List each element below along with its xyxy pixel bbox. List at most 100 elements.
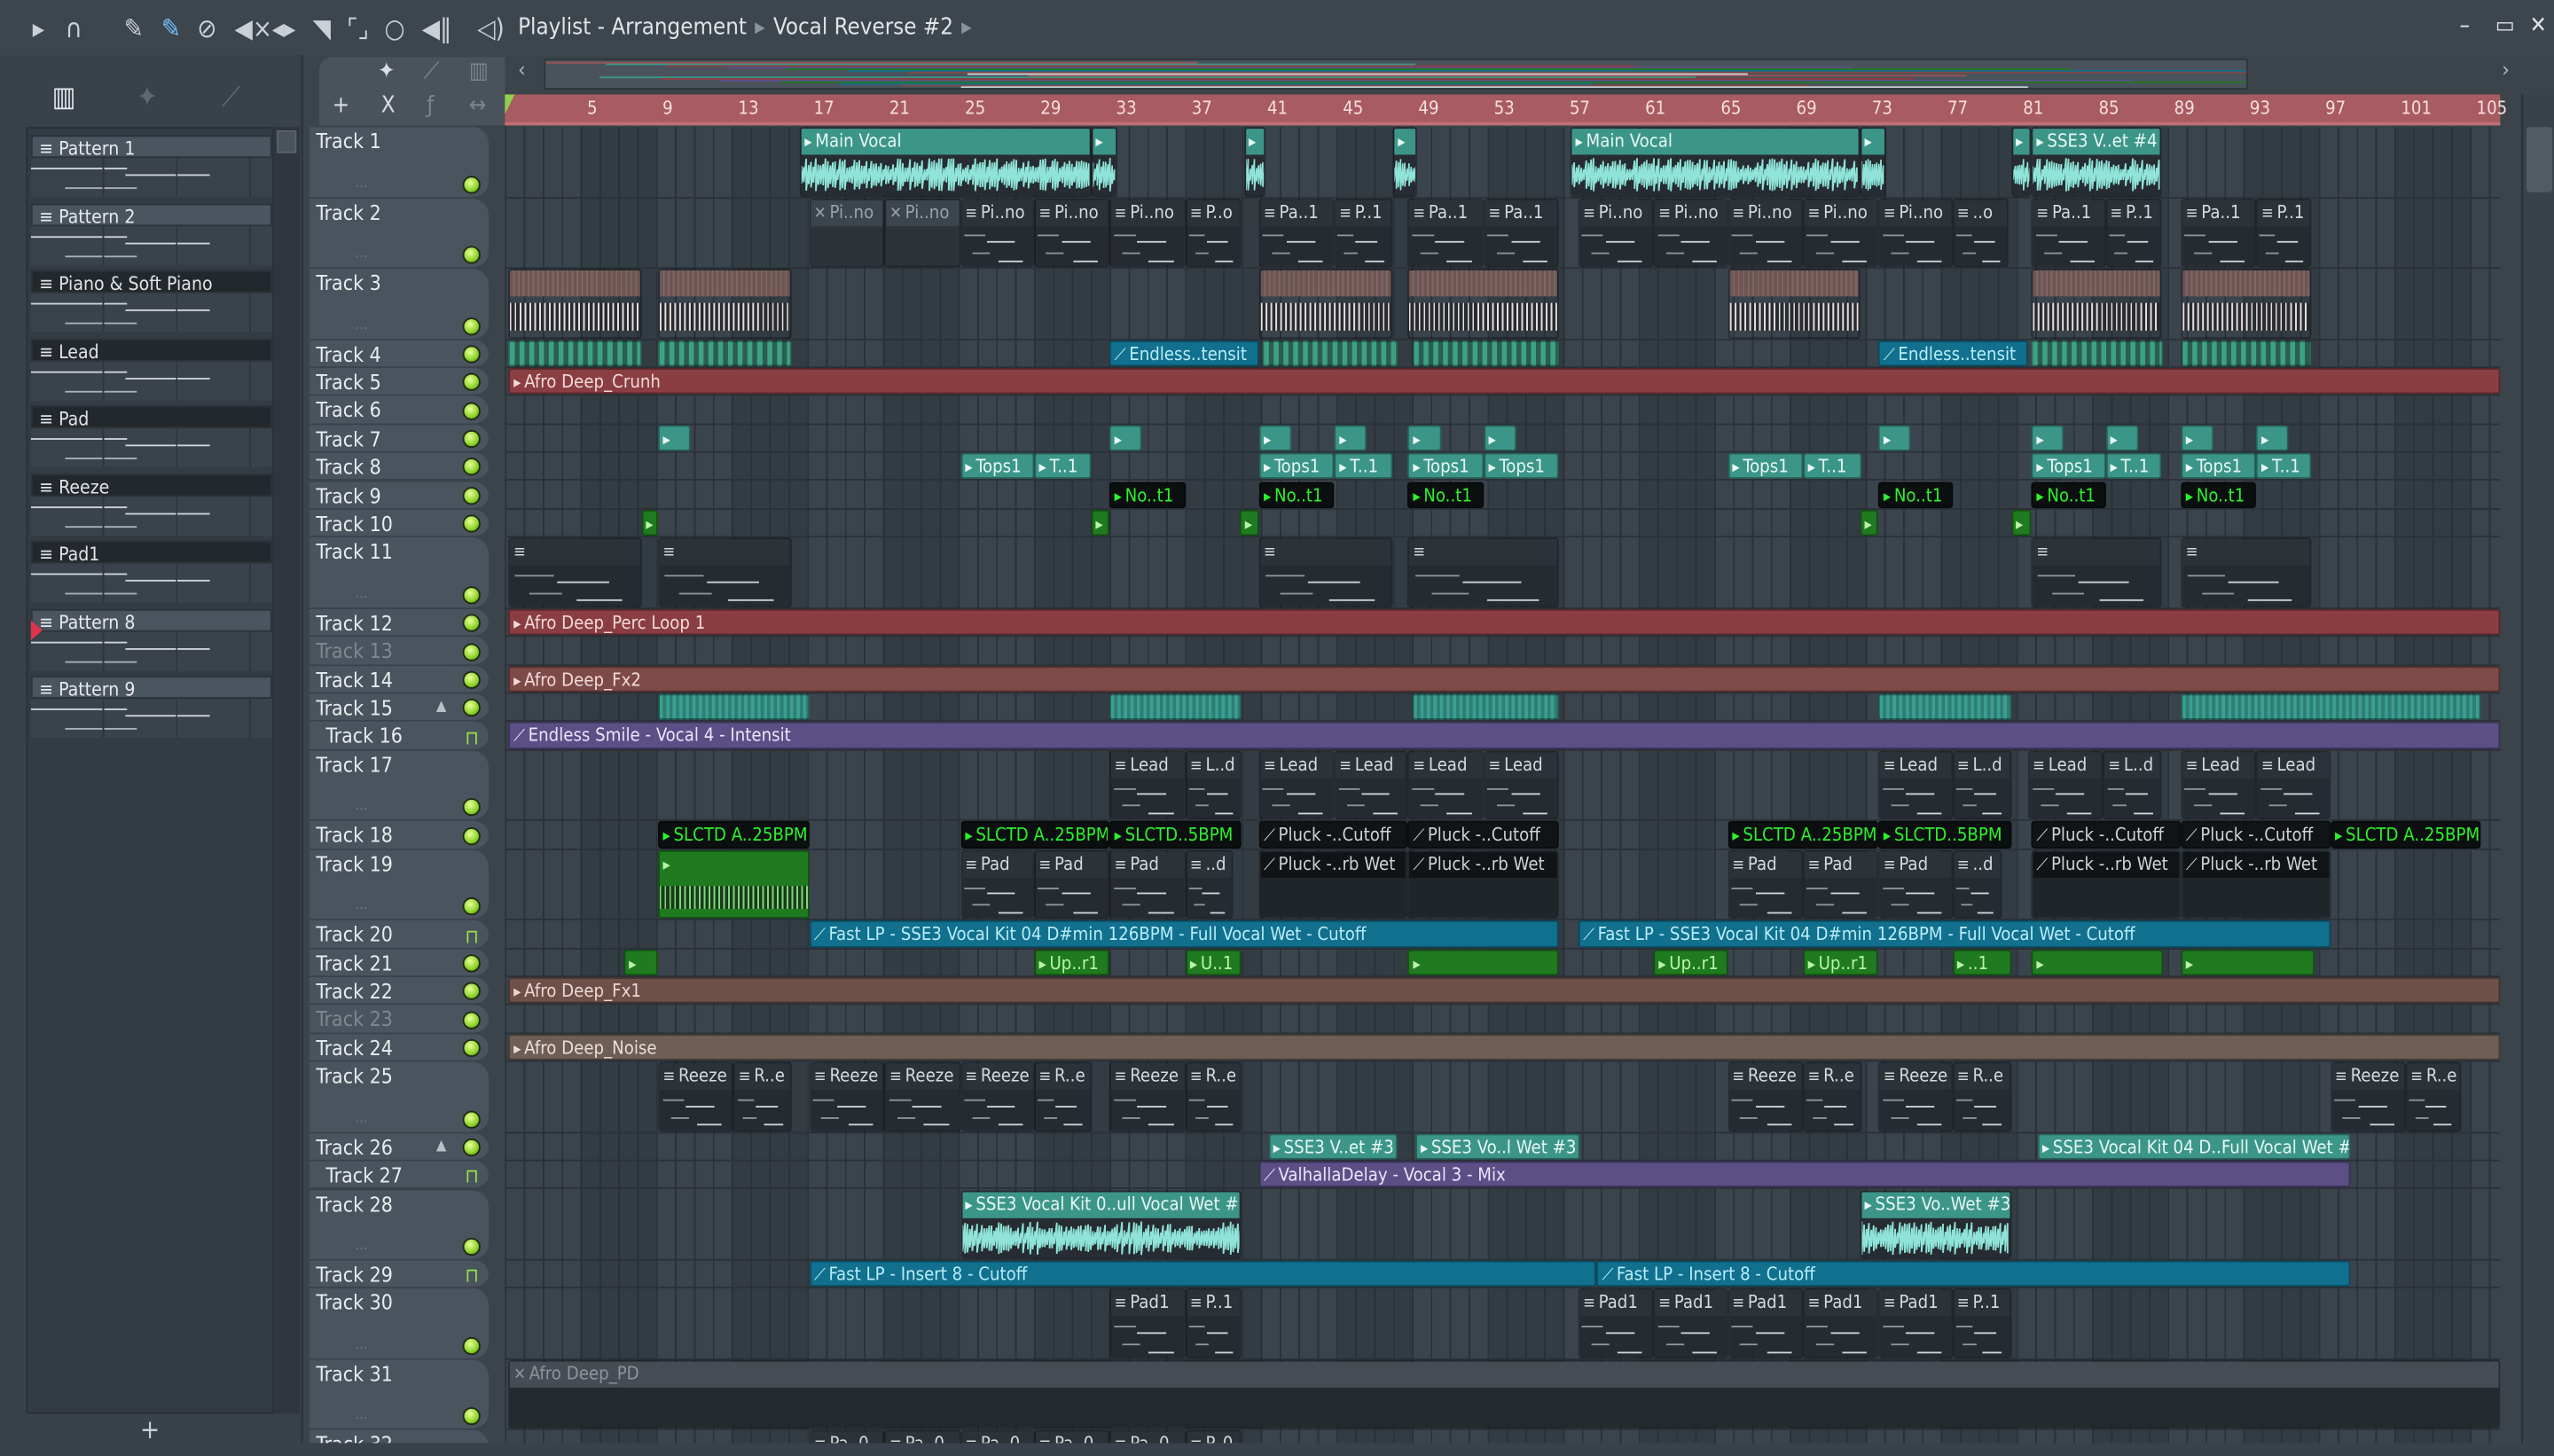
- clip-header[interactable]: ▸: [1861, 512, 1877, 535]
- clip[interactable]: [657, 269, 793, 339]
- clip-header[interactable]: [2033, 270, 2161, 297]
- clip[interactable]: [1412, 339, 1560, 367]
- clip[interactable]: ▸ Afro Deep_Crunh: [508, 367, 2501, 395]
- clip-header[interactable]: ▸ T..1: [1036, 455, 1089, 478]
- track-name[interactable]: Track 26: [316, 1135, 393, 1160]
- clip[interactable]: ≡ Pi..no: [960, 198, 1034, 268]
- clip-header[interactable]: ⟋ Fast LP - SSE3 Vocal Kit 04 D#min 126BP…: [1579, 922, 2328, 945]
- track-header[interactable]: Track 16 ⊓: [309, 722, 490, 751]
- clip-header[interactable]: ▸: [1111, 427, 1140, 450]
- clip-header[interactable]: [2182, 695, 2480, 718]
- clip[interactable]: ▸: [1243, 127, 1266, 197]
- clip[interactable]: ▸: [2181, 424, 2213, 451]
- clip[interactable]: ≡ Pi..no: [1878, 198, 1953, 268]
- clip-header[interactable]: ≡ Reeze: [1880, 1063, 1951, 1091]
- clip-header[interactable]: [2182, 270, 2310, 297]
- automation-filter-icon[interactable]: ⟋: [424, 59, 440, 84]
- mute-led-button[interactable]: [462, 1237, 481, 1256]
- clip-header[interactable]: ✕ Afro Deep_PD: [510, 1361, 2499, 1388]
- clip[interactable]: ≡ Pa..1: [2031, 198, 2105, 268]
- clip-header[interactable]: ▸: [1245, 129, 1265, 155]
- clip-header[interactable]: ≡ L..d: [2104, 752, 2161, 779]
- clip[interactable]: ≡ Pi..no: [1727, 198, 1804, 268]
- clip[interactable]: ▸: [657, 424, 691, 451]
- clip-header[interactable]: ≡ Pad1: [1655, 1290, 1727, 1317]
- clip[interactable]: ≡ P..o: [1185, 198, 1242, 268]
- clip[interactable]: ≡ R..e: [1803, 1061, 1862, 1131]
- mute-led-button[interactable]: [462, 670, 481, 689]
- clip-header[interactable]: ▸ Tops1: [1485, 455, 1558, 478]
- track-lane[interactable]: ▸ ▸ ▸ ▸ ▸: [505, 509, 2501, 538]
- clip-header[interactable]: ▸ SLCTD..5BPM: [1880, 823, 2009, 846]
- clip-header[interactable]: ≡ Pad1: [1111, 1290, 1184, 1317]
- clip-header[interactable]: ≡ ..d: [1954, 851, 2000, 878]
- clip-header[interactable]: ▸ SLCTD A..25BPM: [1729, 823, 1876, 846]
- clip-header[interactable]: ▸: [1336, 427, 1366, 450]
- playlist-grid[interactable]: ▸ Main Vocal ▸ ▸ ▸ ▸ Main Vocal ▸ ▸ ▸ SSE3 V..et #…: [505, 127, 2501, 1456]
- clip-header[interactable]: ≡ R..e: [1954, 1063, 2010, 1091]
- clip[interactable]: ▸ U..1: [1185, 949, 1242, 976]
- track-header[interactable]: Track 26 ▲: [309, 1132, 490, 1162]
- track-name[interactable]: Track 16: [325, 724, 403, 748]
- clip-header[interactable]: ▸: [660, 851, 808, 877]
- paint-brush-icon[interactable]: ✎: [161, 13, 181, 46]
- clip[interactable]: ⟋ Fast LP - SSE3 Vocal Kit 04 D#min 126BP…: [809, 920, 1560, 948]
- vertical-scrollbar[interactable]: [2521, 94, 2554, 1456]
- track-header[interactable]: Track 2...: [309, 198, 490, 270]
- clip[interactable]: ▸ T..1: [1803, 452, 1862, 480]
- clip-header[interactable]: ▸ SLCTD A..25BPM: [962, 823, 1108, 846]
- clip[interactable]: ▸: [1090, 127, 1117, 197]
- clip-header[interactable]: ≡ P..1: [1336, 200, 1391, 226]
- add-pattern-button[interactable]: +: [140, 1413, 160, 1444]
- track-header[interactable]: Track 29 ⊓: [309, 1260, 490, 1289]
- clip[interactable]: ▸: [1334, 424, 1367, 451]
- clip[interactable]: ≡ Pi..no: [1033, 198, 1110, 268]
- clip-header[interactable]: ≡ Pad: [1804, 851, 1877, 878]
- track-header[interactable]: Track 4: [309, 339, 490, 368]
- clip-header[interactable]: ≡ Pa..1: [1260, 200, 1333, 226]
- track-name[interactable]: Track 31: [316, 1361, 393, 1386]
- clip[interactable]: ≡ R..e: [1033, 1061, 1091, 1131]
- clip-header[interactable]: ▸ Main Vocal: [801, 129, 1090, 155]
- clip-header[interactable]: ▸ SSE3 Vocal Kit 04 D..Full Vocal Wet #3: [2039, 1135, 2349, 1158]
- clip-header[interactable]: ▸ Afro Deep_Crunh: [510, 370, 2498, 393]
- horizontal-scrollbar[interactable]: [0, 1443, 2554, 1456]
- track-name[interactable]: Track 22: [316, 979, 393, 1004]
- clip[interactable]: ▸: [1484, 424, 1516, 451]
- zoom-icon[interactable]: ○: [384, 13, 404, 46]
- clip[interactable]: [508, 269, 641, 339]
- track-options-icon[interactable]: ...: [355, 175, 367, 191]
- clip-header[interactable]: ≡ Lead: [1336, 752, 1406, 779]
- clip[interactable]: ▸ No..t1: [1109, 481, 1186, 508]
- track-header[interactable]: Track 19...: [309, 849, 490, 921]
- clip-header[interactable]: ▸ No..t1: [1880, 483, 1950, 506]
- clip-header[interactable]: ⟋ Pluck -..Cutoff: [2182, 823, 2329, 847]
- clip-header[interactable]: ▸ Tops1: [1729, 455, 1802, 478]
- clip-header[interactable]: ▸: [2012, 512, 2030, 535]
- clip[interactable]: ✕ Pi..no: [884, 198, 960, 268]
- clip-header[interactable]: ≡ P..1: [1954, 1290, 2010, 1317]
- pattern-filter-icon[interactable]: ▥: [469, 59, 489, 84]
- clip-header[interactable]: ≡ R..e: [1187, 1063, 1241, 1091]
- track-name[interactable]: Track 23: [316, 1007, 393, 1032]
- clip-header[interactable]: ≡ Pad1: [1728, 1290, 1802, 1317]
- clip-header[interactable]: ▸ Afro Deep_Fx2: [510, 667, 2498, 690]
- clip-header[interactable]: ≡ L..d: [1187, 752, 1241, 779]
- waveform-icon[interactable]: ✦: [137, 82, 158, 114]
- chevron-right-icon[interactable]: ▸: [961, 15, 972, 41]
- clip[interactable]: [2031, 339, 2165, 367]
- clip-header[interactable]: ≡ R..e: [1804, 1063, 1861, 1091]
- clip[interactable]: ▸ Tops1: [1258, 452, 1335, 480]
- clip[interactable]: ▸: [1407, 424, 1443, 451]
- clip[interactable]: ≡ Reeze: [2330, 1061, 2406, 1131]
- mute-led-button[interactable]: [462, 954, 481, 973]
- clip-header[interactable]: ▸: [2182, 951, 2314, 974]
- clip[interactable]: ▸: [640, 509, 658, 536]
- mute-led-button[interactable]: [462, 897, 481, 916]
- clip[interactable]: ▸ T..1: [2256, 452, 2312, 480]
- mute-led-button[interactable]: [462, 430, 481, 449]
- clip[interactable]: ≡ ..d: [1185, 849, 1233, 920]
- clip-header[interactable]: ≡ Lead: [2182, 752, 2255, 779]
- clip-header[interactable]: ≡ R..e: [1035, 1063, 1090, 1091]
- clip[interactable]: ≡ Pad: [960, 849, 1034, 920]
